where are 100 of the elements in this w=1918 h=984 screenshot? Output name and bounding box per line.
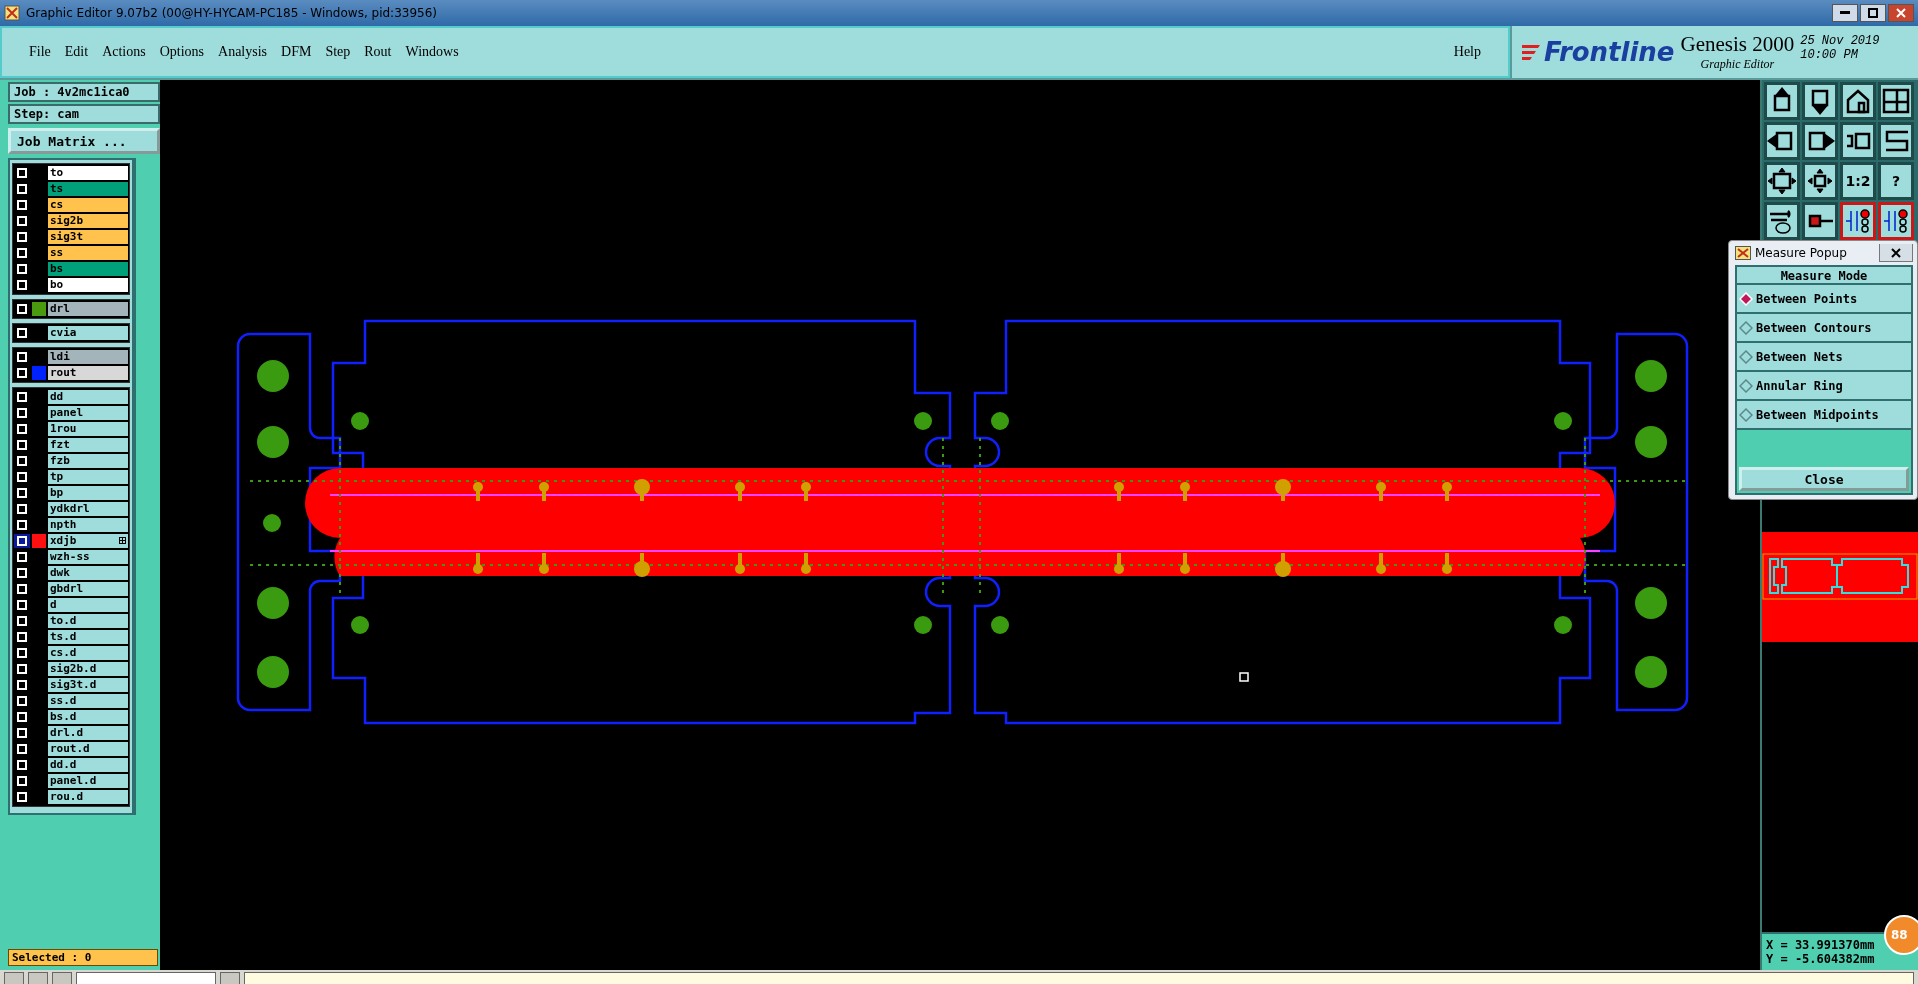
layer-name[interactable]: ydkdrl [48,501,128,517]
tool-button[interactable]: 1:2 [1840,162,1876,200]
layer-checkbox[interactable] [14,598,30,612]
layer-checkbox[interactable] [14,582,30,596]
layer-checkbox[interactable] [14,710,30,724]
menu-item[interactable]: File [22,42,58,62]
job-matrix-button[interactable]: Job Matrix ... [8,128,160,154]
menu-item[interactable]: Windows [398,42,466,62]
tool-button[interactable] [1764,202,1800,240]
layer-name[interactable]: panel.d [48,773,128,789]
layer-name[interactable]: rout.d [48,741,128,757]
tool-button[interactable] [1878,202,1914,240]
bottom-tool-button[interactable] [4,972,24,984]
layer-checkbox[interactable] [14,278,30,292]
layer-checkbox[interactable] [14,614,30,628]
measure-mode-option[interactable]: Annular Ring [1737,372,1911,401]
tool-button[interactable] [1878,122,1914,160]
layer-name[interactable]: ss [48,245,128,261]
layer-checkbox[interactable] [14,758,30,772]
layer-name[interactable]: cs [48,197,128,213]
layer-name[interactable]: cvia [48,325,128,341]
layer-name[interactable]: sig3t.d [48,677,128,693]
layer-checkbox[interactable] [14,742,30,756]
help-menu[interactable]: Help [1446,42,1488,62]
layer-checkbox[interactable] [14,694,30,708]
layer-checkbox[interactable] [14,534,30,548]
layer-name[interactable]: dd.d [48,757,128,773]
tool-button[interactable] [1802,122,1838,160]
layer-name[interactable]: fzb [48,453,128,469]
layer-checkbox[interactable] [14,166,30,180]
layer-checkbox[interactable] [14,726,30,740]
layer-checkbox[interactable] [14,662,30,676]
tool-button[interactable] [1878,82,1914,120]
close-button[interactable] [1888,4,1914,22]
layer-checkbox[interactable] [14,502,30,516]
bottom-tool-button[interactable] [220,972,240,984]
layer-checkbox[interactable] [14,302,30,316]
layer-name[interactable]: fzt [48,437,128,453]
layer-checkbox[interactable] [14,774,30,788]
layer-name[interactable]: to.d [48,613,128,629]
layer-checkbox[interactable] [14,438,30,452]
tool-button[interactable] [1840,82,1876,120]
layer-name[interactable]: 1rou [48,421,128,437]
bottom-tool-button[interactable] [28,972,48,984]
layer-name[interactable]: drl.d [48,725,128,741]
layer-name[interactable]: ts [48,181,128,197]
menu-item[interactable]: Step [318,42,358,62]
layer-name[interactable]: cs.d [48,645,128,661]
layer-name[interactable]: bp [48,485,128,501]
menu-item[interactable]: Rout [357,42,399,62]
measure-mode-option[interactable]: Between Points [1737,285,1911,314]
tool-button[interactable] [1802,162,1838,200]
layer-checkbox[interactable] [14,422,30,436]
tool-button[interactable] [1840,202,1876,240]
close-button[interactable]: Close [1739,467,1909,491]
layer-checkbox[interactable] [14,262,30,276]
layer-checkbox[interactable] [14,518,30,532]
layer-checkbox[interactable] [14,182,30,196]
menu-item[interactable]: Analysis [211,42,275,62]
layer-checkbox[interactable] [14,470,30,484]
layer-checkbox[interactable] [14,646,30,660]
layer-checkbox[interactable] [14,678,30,692]
layer-checkbox[interactable] [14,326,30,340]
layer-name[interactable]: d [48,597,128,613]
layer-name[interactable]: dwk [48,565,128,581]
layer-name[interactable]: gbdrl [48,581,128,597]
layer-checkbox[interactable] [14,230,30,244]
layer-checkbox[interactable] [14,566,30,580]
tool-button[interactable] [1764,162,1800,200]
tool-button[interactable] [1764,122,1800,160]
layer-checkbox[interactable] [14,454,30,468]
layer-checkbox[interactable] [14,366,30,380]
layer-name[interactable]: wzh-ss [48,549,128,565]
layer-checkbox[interactable] [14,550,30,564]
layer-checkbox[interactable] [14,790,30,804]
layer-checkbox[interactable] [14,486,30,500]
menu-item[interactable]: Options [152,42,212,62]
measure-mode-option[interactable]: Between Midpoints [1737,401,1911,430]
maximize-button[interactable] [1860,4,1886,22]
menu-item[interactable]: DFM [274,42,319,62]
layer-name[interactable]: npth [48,517,128,533]
layer-name[interactable]: dd [48,389,128,405]
layer-name[interactable]: drl [48,301,128,317]
layer-name[interactable]: sig2b.d [48,661,128,677]
layer-name[interactable]: rout [48,365,128,381]
layer-checkbox[interactable] [14,390,30,404]
layer-checkbox[interactable] [14,406,30,420]
layer-name[interactable]: to [48,165,128,181]
layer-checkbox[interactable] [14,198,30,212]
input-field[interactable] [76,972,216,984]
tool-button[interactable]: ? [1878,162,1914,200]
layer-checkbox[interactable] [14,350,30,364]
bottom-tool-button[interactable] [52,972,72,984]
layer-checkbox[interactable] [14,630,30,644]
layer-name[interactable]: panel [48,405,128,421]
layer-name[interactable]: ss.d [48,693,128,709]
tool-button[interactable] [1802,82,1838,120]
layer-name[interactable]: ldi [48,349,128,365]
tool-button[interactable] [1840,122,1876,160]
tool-button[interactable] [1764,82,1800,120]
